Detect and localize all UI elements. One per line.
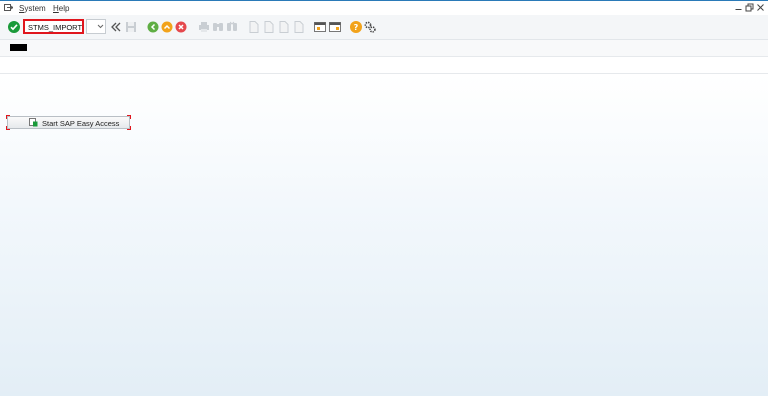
enter-icon[interactable] — [7, 20, 21, 34]
svg-text:?: ? — [354, 23, 359, 32]
screen-title — [10, 44, 27, 51]
create-session-icon[interactable] — [313, 20, 327, 34]
close-icon[interactable] — [756, 3, 765, 12]
focus-corner-br — [127, 126, 131, 130]
previous-page-icon[interactable] — [262, 20, 276, 34]
command-dropdown[interactable] — [86, 19, 106, 34]
minimize-icon[interactable] — [734, 3, 743, 12]
next-page-icon[interactable] — [277, 20, 291, 34]
menu-help[interactable]: Help — [53, 4, 69, 13]
command-field[interactable] — [28, 22, 82, 32]
generate-shortcut-icon[interactable] — [328, 20, 342, 34]
last-page-icon[interactable] — [292, 20, 306, 34]
title-bar — [0, 40, 768, 57]
menu-system-rest: ystem — [24, 4, 46, 13]
focus-corner-tl — [6, 115, 10, 119]
cancel-icon[interactable] — [174, 20, 188, 34]
system-toolbar: ? — [0, 15, 768, 40]
find-icon[interactable] — [211, 20, 225, 34]
command-field-container — [23, 19, 84, 34]
help-icon[interactable]: ? — [349, 20, 363, 34]
focus-corner-bl — [6, 126, 10, 130]
window-menu-icon[interactable] — [4, 4, 14, 11]
first-page-icon[interactable] — [247, 20, 261, 34]
application-toolbar — [0, 57, 768, 74]
save-icon[interactable] — [124, 20, 138, 34]
back-icon[interactable] — [146, 20, 160, 34]
print-icon[interactable] — [197, 20, 211, 34]
main-content: Start SAP Easy Access — [0, 74, 768, 396]
restore-icon[interactable] — [745, 3, 754, 12]
collapse-field-icon[interactable] — [109, 20, 123, 34]
customize-layout-icon[interactable] — [363, 20, 377, 34]
start-easy-access-label: Start SAP Easy Access — [42, 118, 120, 128]
menu-system[interactable]: System — [19, 4, 46, 13]
focus-corner-tr — [127, 115, 131, 119]
command-dropdown-icon — [97, 23, 104, 32]
exit-icon[interactable] — [160, 20, 174, 34]
menu-help-rest: elp — [58, 4, 70, 13]
easy-access-icon — [29, 118, 38, 127]
find-next-icon[interactable] — [225, 20, 239, 34]
start-easy-access-button[interactable]: Start SAP Easy Access — [6, 115, 131, 130]
menu-bar: System Help — [0, 0, 768, 15]
